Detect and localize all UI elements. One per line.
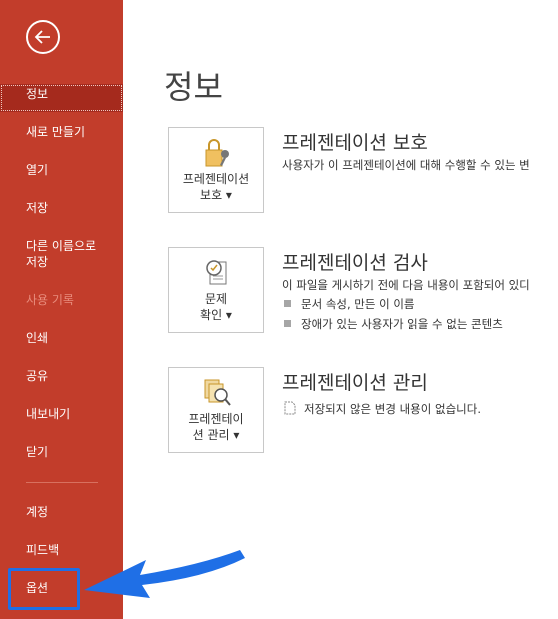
nav-item-history: 사용 기록 — [26, 293, 74, 307]
inspect-description: 이 파일을 게시하기 전에 다음 내용이 포함되어 있디 — [282, 278, 530, 292]
back-arrow-icon — [34, 30, 50, 44]
nav-item-share[interactable]: 공유 — [0, 368, 123, 384]
protect-presentation-button[interactable]: 프레젠테이션 보호 ▾ — [168, 127, 264, 213]
nav-item-print[interactable]: 인쇄 — [0, 330, 123, 346]
page-title: 정보 — [164, 68, 223, 106]
options-highlight-box — [8, 568, 80, 610]
manage-presentation-button[interactable]: 프레젠테이 션 관리 ▾ — [168, 367, 264, 453]
nav-item-info[interactable]: 정보 — [0, 84, 123, 112]
inspect-document-icon — [206, 260, 227, 285]
nav-item-new[interactable]: 새로 만들기 — [0, 124, 123, 140]
bullet-square-icon — [284, 300, 291, 307]
manage-versions-icon — [204, 379, 231, 406]
protect-description: 사용자가 이 프레젠테이션에 대해 수행할 수 있는 변 — [282, 158, 530, 172]
inspect-bullet: 문서 속성, 만든 이 이름 — [284, 296, 415, 312]
check-issues-button[interactable]: 문제 확인 ▾ — [168, 247, 264, 333]
bullet-square-icon — [284, 320, 291, 327]
lock-key-icon — [205, 139, 229, 167]
document-icon — [284, 401, 296, 415]
protect-heading: 프레젠테이션 보호 — [282, 132, 428, 154]
back-button[interactable] — [26, 20, 60, 54]
nav-item-close[interactable]: 닫기 — [0, 444, 123, 460]
nav-item-open[interactable]: 열기 — [0, 162, 123, 178]
annotation-arrow-icon — [84, 550, 245, 598]
inspect-heading: 프레젠테이션 검사 — [282, 252, 428, 274]
manage-heading: 프레젠테이션 관리 — [282, 372, 428, 394]
manage-status: 저장되지 않은 변경 내용이 없습니다. — [284, 401, 481, 417]
nav-item-save[interactable]: 저장 — [0, 200, 123, 216]
nav-item-save-as[interactable]: 다른 이름으로 저장 — [0, 238, 123, 270]
nav-item-export[interactable]: 내보내기 — [0, 406, 123, 422]
nav-item-account[interactable]: 계정 — [0, 504, 123, 520]
inspect-bullet: 장애가 있는 사용자가 읽을 수 없는 콘텐츠 — [284, 316, 503, 332]
backstage-sidebar: 정보 새로 만들기 열기 저장 다른 이름으로 저장 사용 기록 인쇄 공유 내… — [0, 0, 123, 619]
nav-divider — [26, 482, 98, 483]
